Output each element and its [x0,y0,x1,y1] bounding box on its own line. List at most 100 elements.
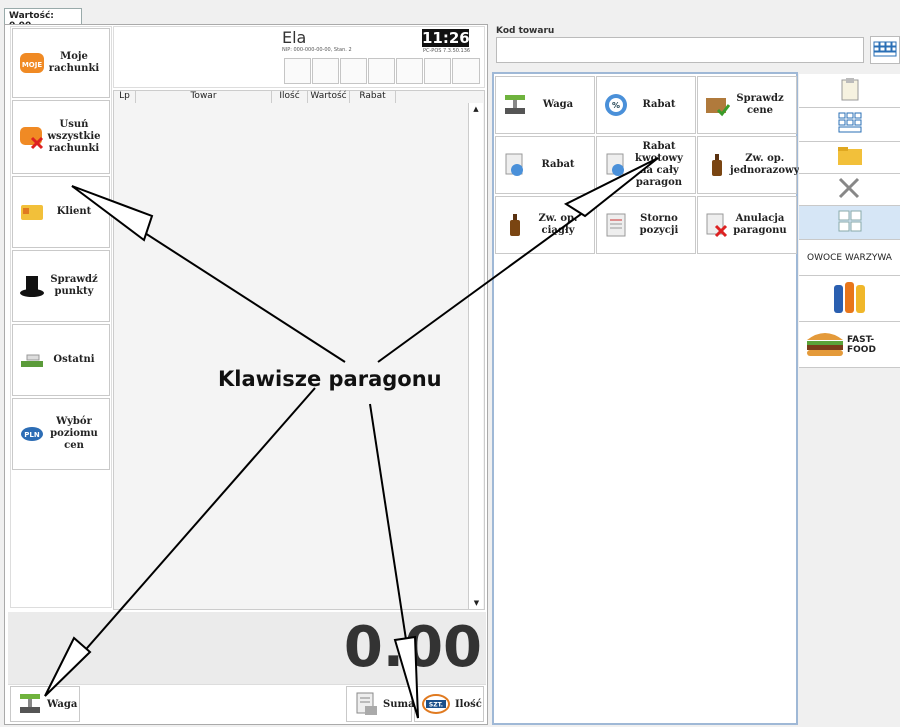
folder-button[interactable] [799,142,900,174]
ostatni-label: Ostatni [53,354,95,365]
ostatni-button[interactable]: Ostatni [12,324,110,396]
suma-label: Suma [383,698,415,710]
forms-icon [838,210,862,235]
sprawdz-punkty-button[interactable]: Sprawdź punkty [12,250,110,322]
waga-button[interactable]: Waga [495,76,595,134]
nip-line: NIP: 000-000-00-00, Stan. 2 [282,47,352,53]
scale-icon [502,92,528,118]
drinks-button[interactable] [799,276,900,322]
anulacja-paragonu-label: Anulacja paragonu [733,213,787,236]
annotation-label: Klawisze paragonu [218,367,442,391]
sprawdz-cene-button[interactable]: Sprawdz cene [697,76,797,134]
svg-text:%: % [612,101,620,110]
rabat-doc-button[interactable]: Rabat [495,136,595,194]
keyboard-button[interactable] [870,36,900,64]
svg-text:SZT.: SZT. [429,702,443,709]
tools-button[interactable] [799,174,900,206]
sprawdz-punkty-label: Sprawdź punkty [50,274,98,297]
klient-label: Klient [56,206,92,217]
svg-text:MOJE: MOJE [22,61,43,69]
scale-icon [17,691,43,717]
status-cell [312,58,339,84]
receipt-keys-button[interactable] [799,206,900,240]
moje-rachunki-button[interactable]: MOJE Moje rachunki [12,28,110,98]
status-cell [340,58,367,84]
storno-doc-icon [603,212,629,238]
cashier-name: Ela [282,28,307,47]
storno-pozycji-button[interactable]: Storno pozycji [596,196,696,254]
suma-icon [353,691,379,717]
top-hat-icon [19,273,45,299]
zw-op-ciagly-label: Zw. op. ciągły [538,213,578,236]
discount-doc-icon [502,152,528,178]
moje-rachunki-label: Moje rachunki [48,51,100,74]
total-value: 0.00 [343,615,482,680]
clock: 11:26 [422,29,470,47]
sprawdz-cene-label: Sprawdz cene [736,93,784,116]
column-header[interactable]: Towar [136,90,272,103]
rabat-doc-label: Rabat [541,159,575,170]
waga-bottom-button[interactable]: Waga [10,686,80,722]
product-code-input[interactable] [496,37,864,63]
storno-pozycji-label: Storno pozycji [639,213,679,236]
scroll-down-icon[interactable]: ▼ [469,599,484,607]
value-tab[interactable]: Wartość: 0.00 [4,8,82,31]
keypad-icon [838,111,862,138]
klient-button[interactable]: Klient [12,176,110,248]
percent-icon: % [603,92,629,118]
wrench-icon [837,176,863,203]
rabat-label: Rabat [642,99,676,110]
keyboard-icon [873,40,897,61]
receipt-table [113,90,485,610]
waga-bottom-label: Waga [47,698,78,710]
column-header[interactable]: Wartość [308,90,350,103]
szt-icon: SZT. [421,691,451,717]
clipboard-icon [840,77,860,104]
ilosc-button[interactable]: SZT. Ilość [414,686,484,722]
zw-op-ciagly-button[interactable]: Zw. op. ciągły [495,196,595,254]
wybor-cen-button[interactable]: PLN Wybór poziomu cen [12,398,110,470]
category-owoce-label: OWOCE WARZYWA [807,252,892,263]
column-header[interactable]: Ilość [272,90,308,103]
ostatni-icon [19,347,45,373]
status-cell [368,58,395,84]
column-header[interactable]: Rabat [350,90,396,103]
zw-op-jednorazowy-button[interactable]: Zw. op. jednorazowy [697,136,800,194]
status-cell [452,58,480,84]
category-fast-food[interactable]: FAST-FOOD [799,322,900,368]
category-owoce[interactable]: OWOCE WARZYWA [799,240,900,276]
waga-label: Waga [542,99,574,110]
product-code-label: Kod towaru [496,26,555,36]
bottle-icon [502,212,528,238]
box-check-icon [704,92,730,118]
status-cell [424,58,451,84]
pln-icon: PLN [19,421,45,447]
discount-doc-icon [603,152,629,178]
scroll-up-icon[interactable]: ▲ [469,105,483,113]
bottles-icon [830,277,870,320]
version-label: PC-POS 7.3.50.136 [423,48,471,54]
vertical-scrollbar[interactable]: ▲ ▼ [468,103,483,609]
rabat-kwotowy-label: Rabat kwotowy na cały paragon [635,141,683,188]
usun-rachunki-label: Usuń wszystkie rachunki [47,119,101,154]
wybor-cen-label: Wybór poziomu cen [50,416,98,451]
zw-op-jednorazowy-label: Zw. op. jednorazowy [730,153,800,176]
bottle-icon [704,152,730,178]
moje-rachunki-icon: MOJE [19,50,45,76]
rabat-kwotowy-button[interactable]: Rabat kwotowy na cały paragon [596,136,696,194]
keypad-button[interactable] [799,108,900,142]
status-cell [284,58,311,84]
suma-button[interactable]: Suma [346,686,415,722]
usun-rachunki-icon [19,124,45,150]
rabat-button[interactable]: % Rabat [596,76,696,134]
anulacja-paragonu-button[interactable]: Anulacja paragonu [697,196,797,254]
svg-text:PLN: PLN [24,431,40,439]
column-header[interactable]: Lp [114,90,136,103]
usun-rachunki-button[interactable]: Usuń wszystkie rachunki [12,100,110,174]
clipboard-button[interactable] [799,74,900,108]
cancel-doc-icon [704,212,730,238]
klient-icon [19,199,45,225]
burger-icon [805,326,845,363]
folder-icon [837,145,863,170]
status-cell [396,58,423,84]
